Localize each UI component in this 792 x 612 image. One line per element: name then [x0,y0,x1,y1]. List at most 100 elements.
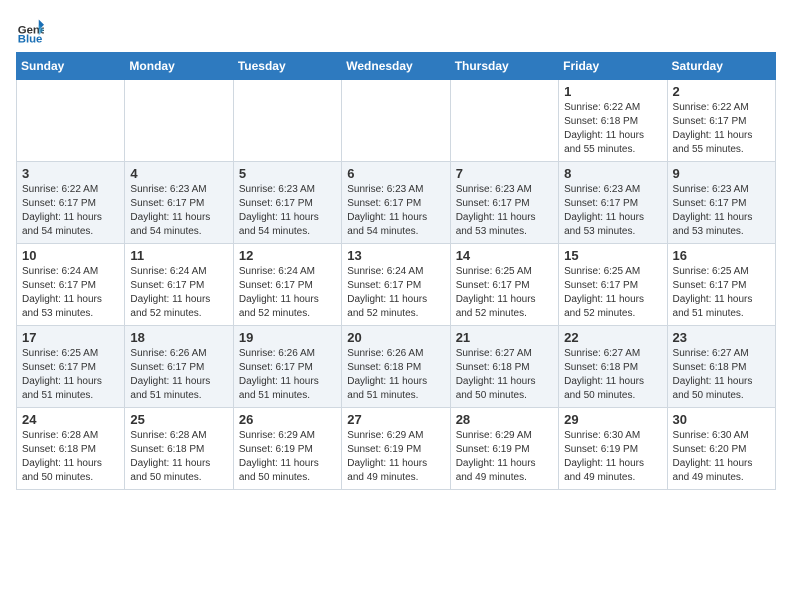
calendar-week-5: 24 Sunrise: 6:28 AM Sunset: 6:18 PM Dayli… [17,408,776,490]
calendar-cell: 11 Sunrise: 6:24 AM Sunset: 6:17 PM Dayli… [125,244,233,326]
day-info: Sunrise: 6:22 AM Sunset: 6:17 PM Dayligh… [22,183,119,239]
calendar-cell [125,80,233,162]
day-info: Sunrise: 6:24 AM Sunset: 6:17 PM Dayligh… [239,265,336,321]
day-number: 21 [456,330,553,345]
day-info: Sunrise: 6:25 AM Sunset: 6:17 PM Dayligh… [22,347,119,403]
calendar-cell: 18Sunrise: 6:26 AM Sunset: 6:17 PM Dayli… [125,326,233,408]
day-number: 6 [347,166,444,181]
calendar-cell: 2 Sunrise: 6:22 AM Sunset: 6:17 PM Daylig… [667,80,775,162]
day-info: Sunrise: 6:26 AM Sunset: 6:18 PM Dayligh… [347,347,444,403]
day-number: 17 [22,330,119,345]
calendar-cell: 22 Sunrise: 6:27 AM Sunset: 6:18 PM Dayli… [559,326,667,408]
day-number: 13 [347,248,444,263]
calendar-cell: 9 Sunrise: 6:23 AM Sunset: 6:17 PM Daylig… [667,162,775,244]
page-header: General Blue [16,16,776,44]
day-info: Sunrise: 6:29 AM Sunset: 6:19 PM Dayligh… [456,429,553,485]
calendar-cell: 10 Sunrise: 6:24 AM Sunset: 6:17 PM Dayli… [17,244,125,326]
day-info: Sunrise: 6:28 AM Sunset: 6:18 PM Dayligh… [130,429,227,485]
day-number: 19 [239,330,336,345]
weekday-header-tuesday: Tuesday [233,53,341,80]
day-info: Sunrise: 6:26 AM Sunset: 6:17 PM Dayligh… [239,347,336,403]
day-info: Sunrise: 6:24 AM Sunset: 6:17 PM Dayligh… [22,265,119,321]
day-number: 14 [456,248,553,263]
day-number: 27 [347,412,444,427]
calendar-cell: 5 Sunrise: 6:23 AM Sunset: 6:17 PM Daylig… [233,162,341,244]
calendar-cell: 15 Sunrise: 6:25 AM Sunset: 6:17 PM Dayli… [559,244,667,326]
day-info: Sunrise: 6:27 AM Sunset: 6:18 PM Dayligh… [564,347,661,403]
weekday-header-sunday: Sunday [17,53,125,80]
day-info: Sunrise: 6:23 AM Sunset: 6:17 PM Dayligh… [673,183,770,239]
day-number: 5 [239,166,336,181]
day-info: Sunrise: 6:24 AM Sunset: 6:17 PM Dayligh… [130,265,227,321]
day-info: Sunrise: 6:23 AM Sunset: 6:17 PM Dayligh… [456,183,553,239]
calendar-cell: 4Sunrise: 6:23 AM Sunset: 6:17 PM Daylig… [125,162,233,244]
day-info: Sunrise: 6:23 AM Sunset: 6:17 PM Dayligh… [564,183,661,239]
day-info: Sunrise: 6:23 AM Sunset: 6:17 PM Dayligh… [347,183,444,239]
day-info: Sunrise: 6:23 AM Sunset: 6:17 PM Dayligh… [239,183,336,239]
day-number: 11 [130,248,227,263]
calendar-cell: 20 Sunrise: 6:26 AM Sunset: 6:18 PM Dayli… [342,326,450,408]
day-number: 8 [564,166,661,181]
day-number: 18 [130,330,227,345]
day-info: Sunrise: 6:23 AM Sunset: 6:17 PM Dayligh… [130,183,227,239]
day-info: Sunrise: 6:22 AM Sunset: 6:18 PM Dayligh… [564,101,661,157]
calendar-week-2: 3 Sunrise: 6:22 AM Sunset: 6:17 PM Daylig… [17,162,776,244]
weekday-header-saturday: Saturday [667,53,775,80]
day-info: Sunrise: 6:25 AM Sunset: 6:17 PM Dayligh… [564,265,661,321]
day-number: 24 [22,412,119,427]
calendar-cell: 3 Sunrise: 6:22 AM Sunset: 6:17 PM Daylig… [17,162,125,244]
day-number: 9 [673,166,770,181]
calendar-cell: 16 Sunrise: 6:25 AM Sunset: 6:17 PM Dayli… [667,244,775,326]
svg-text:Blue: Blue [18,33,43,44]
logo: General Blue [16,16,48,44]
calendar-cell: 19 Sunrise: 6:26 AM Sunset: 6:17 PM Dayli… [233,326,341,408]
calendar-week-3: 10 Sunrise: 6:24 AM Sunset: 6:17 PM Dayli… [17,244,776,326]
day-number: 1 [564,84,661,99]
calendar-table: SundayMondayTuesdayWednesdayThursdayFrid… [16,52,776,490]
calendar-cell: 24Sunrise: 6:28 AM Sunset: 6:18 PM Dayli… [17,408,125,490]
calendar-cell: 21 Sunrise: 6:27 AM Sunset: 6:18 PM Dayli… [450,326,558,408]
day-number: 16 [673,248,770,263]
weekday-header-row: SundayMondayTuesdayWednesdayThursdayFrid… [17,53,776,80]
calendar-week-1: 1 Sunrise: 6:22 AM Sunset: 6:18 PM Daylig… [17,80,776,162]
day-info: Sunrise: 6:29 AM Sunset: 6:19 PM Dayligh… [239,429,336,485]
day-number: 29 [564,412,661,427]
day-number: 10 [22,248,119,263]
day-info: Sunrise: 6:24 AM Sunset: 6:17 PM Dayligh… [347,265,444,321]
day-number: 3 [22,166,119,181]
day-info: Sunrise: 6:30 AM Sunset: 6:20 PM Dayligh… [673,429,770,485]
logo-icon: General Blue [16,16,44,44]
day-number: 2 [673,84,770,99]
calendar-cell [450,80,558,162]
calendar-week-4: 17 Sunrise: 6:25 AM Sunset: 6:17 PM Dayli… [17,326,776,408]
calendar-cell: 14 Sunrise: 6:25 AM Sunset: 6:17 PM Dayli… [450,244,558,326]
calendar-cell: 8 Sunrise: 6:23 AM Sunset: 6:17 PM Daylig… [559,162,667,244]
calendar-cell [17,80,125,162]
day-number: 30 [673,412,770,427]
calendar-cell: 26Sunrise: 6:29 AM Sunset: 6:19 PM Dayli… [233,408,341,490]
day-number: 25 [130,412,227,427]
weekday-header-friday: Friday [559,53,667,80]
weekday-header-thursday: Thursday [450,53,558,80]
day-info: Sunrise: 6:29 AM Sunset: 6:19 PM Dayligh… [347,429,444,485]
calendar-cell: 17 Sunrise: 6:25 AM Sunset: 6:17 PM Dayli… [17,326,125,408]
day-info: Sunrise: 6:27 AM Sunset: 6:18 PM Dayligh… [456,347,553,403]
day-info: Sunrise: 6:22 AM Sunset: 6:17 PM Dayligh… [673,101,770,157]
calendar-cell: 30 Sunrise: 6:30 AM Sunset: 6:20 PM Dayli… [667,408,775,490]
calendar-cell: 25 Sunrise: 6:28 AM Sunset: 6:18 PM Dayli… [125,408,233,490]
calendar-cell: 23Sunrise: 6:27 AM Sunset: 6:18 PM Dayli… [667,326,775,408]
calendar-cell: 28 Sunrise: 6:29 AM Sunset: 6:19 PM Dayli… [450,408,558,490]
day-number: 7 [456,166,553,181]
day-number: 20 [347,330,444,345]
calendar-cell: 1 Sunrise: 6:22 AM Sunset: 6:18 PM Daylig… [559,80,667,162]
day-number: 28 [456,412,553,427]
day-number: 23 [673,330,770,345]
calendar-cell: 27 Sunrise: 6:29 AM Sunset: 6:19 PM Dayli… [342,408,450,490]
day-info: Sunrise: 6:25 AM Sunset: 6:17 PM Dayligh… [673,265,770,321]
weekday-header-wednesday: Wednesday [342,53,450,80]
day-info: Sunrise: 6:25 AM Sunset: 6:17 PM Dayligh… [456,265,553,321]
day-number: 12 [239,248,336,263]
calendar-cell: 13 Sunrise: 6:24 AM Sunset: 6:17 PM Dayli… [342,244,450,326]
day-number: 22 [564,330,661,345]
day-number: 15 [564,248,661,263]
